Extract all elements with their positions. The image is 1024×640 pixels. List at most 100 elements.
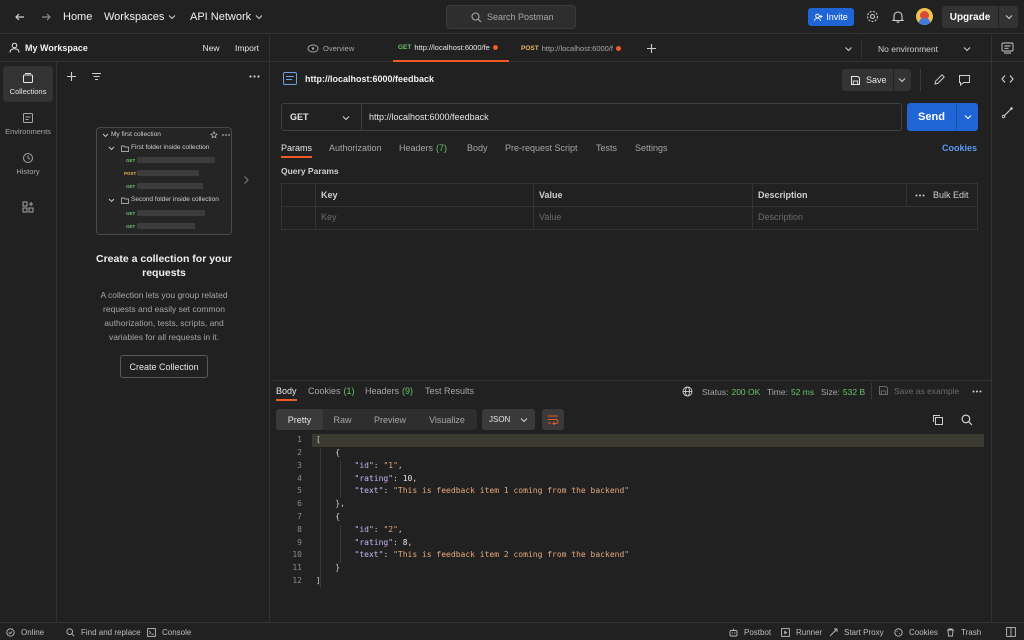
description-input[interactable]: Description <box>758 212 803 222</box>
invite-button[interactable]: Invite <box>808 8 854 26</box>
tab-list-chevron-icon[interactable] <box>844 45 853 53</box>
import-button[interactable]: Import <box>230 43 264 57</box>
status-console[interactable]: Console <box>147 623 191 640</box>
wrap-lines-button[interactable] <box>542 409 564 430</box>
status-find-replace[interactable]: Find and replace <box>66 623 141 640</box>
tab-tests[interactable]: Tests <box>596 143 617 153</box>
illustration-folder-2: Second folder inside collection <box>131 196 219 203</box>
view-pretty[interactable]: Pretty <box>276 409 323 430</box>
response-tab-test-results[interactable]: Test Results <box>425 386 474 396</box>
new-tab-icon[interactable] <box>646 43 657 54</box>
chevron-down-icon <box>1005 15 1012 20</box>
sidebar-item-collections[interactable]: Collections <box>3 66 53 102</box>
status-start-proxy[interactable]: Start Proxy <box>829 623 884 640</box>
environment-select[interactable]: No environment <box>878 35 983 62</box>
response-tab-cookies-label: Cookies <box>308 386 341 396</box>
sidebar-item-history[interactable]: History <box>3 146 53 182</box>
tab-url: http://localhost:6000/fe <box>414 43 490 52</box>
more-options-icon[interactable] <box>972 390 982 393</box>
sidebar-item-environments[interactable]: Environments <box>3 106 53 142</box>
layout-toggle-icon[interactable] <box>1006 627 1016 637</box>
view-raw[interactable]: Raw <box>325 409 360 430</box>
status-online[interactable]: Online <box>6 623 44 640</box>
nav-api-network[interactable]: API Network <box>190 11 263 23</box>
size-value: 532 B <box>842 387 866 397</box>
comments-icon[interactable] <box>958 74 971 86</box>
view-preview[interactable]: Preview <box>364 409 416 430</box>
workspace-title[interactable]: My Workspace <box>9 42 88 53</box>
environment-label: No environment <box>878 43 939 54</box>
format-select[interactable]: JSON <box>482 409 535 430</box>
view-visualize[interactable]: Visualize <box>420 409 474 430</box>
upgrade-menu-button[interactable] <box>998 6 1018 28</box>
status-cookies[interactable]: Cookies <box>894 623 938 640</box>
environment-quick-look[interactable] <box>991 35 1024 62</box>
item-1-text: "This is feedback item 1 coming from the… <box>393 486 630 495</box>
response-tab-headers-count: (9) <box>402 386 414 396</box>
status-value: 200 OK <box>731 387 761 397</box>
cookies-link[interactable]: Cookies <box>942 143 977 153</box>
more-options-icon[interactable] <box>915 194 925 197</box>
edit-pencil-icon[interactable] <box>933 73 946 86</box>
status-runner[interactable]: Runner <box>781 623 822 640</box>
tab-headers[interactable]: Headers (7) <box>399 143 447 153</box>
tab-get-feedback[interactable]: GET http://localhost:6000/fe <box>393 35 509 62</box>
copy-icon[interactable] <box>932 414 944 426</box>
avatar[interactable] <box>916 8 933 25</box>
globe-icon[interactable] <box>682 386 693 397</box>
chevron-down-icon <box>963 46 971 51</box>
status-trash[interactable]: Trash <box>946 623 981 640</box>
save-as-example-button[interactable]: Save as example <box>878 385 959 396</box>
save-button[interactable]: Save <box>842 69 911 91</box>
code-icon[interactable] <box>1001 74 1014 84</box>
environment-quicklook-icon <box>1001 42 1014 54</box>
collections-icon <box>23 73 33 83</box>
illustration-method-get: GET <box>126 158 136 163</box>
value-input[interactable]: Value <box>539 212 561 222</box>
sidebar-item-label: Collections <box>9 87 47 96</box>
forward-arrow-icon[interactable] <box>40 11 52 23</box>
method-select[interactable]: GET <box>282 104 362 130</box>
back-arrow-icon[interactable] <box>14 11 26 23</box>
send-button[interactable]: Send <box>907 103 956 131</box>
upgrade-button[interactable]: Upgrade <box>942 6 998 28</box>
more-options-icon[interactable] <box>249 75 260 78</box>
chevron-down-icon[interactable] <box>898 76 906 84</box>
response-tab-headers[interactable]: Headers (9) <box>365 386 413 396</box>
tab-overview[interactable]: Overview <box>307 35 385 62</box>
response-divider[interactable] <box>271 380 991 381</box>
nav-workspaces[interactable]: Workspaces <box>104 11 176 23</box>
response-body-code[interactable]: 1[ 2 { 3 "id": "1", 4 "rating": 10, 5 "t… <box>276 434 984 594</box>
add-apps-icon[interactable] <box>22 201 34 213</box>
tab-settings[interactable]: Settings <box>635 143 668 153</box>
illustration-collection-name: My first collection <box>111 131 161 138</box>
send-options-button[interactable] <box>956 103 978 131</box>
search-icon[interactable] <box>961 414 973 426</box>
tab-post-feedback[interactable]: POST http://localhost:6000/f <box>517 35 633 62</box>
request-title-text: http://localhost:6000/feedback <box>305 73 435 84</box>
tab-authorization[interactable]: Authorization <box>329 143 382 153</box>
related-collections-icon[interactable] <box>1001 106 1014 119</box>
check-circle-icon <box>6 627 15 637</box>
key-input[interactable]: Key <box>321 212 337 222</box>
tab-body[interactable]: Body <box>467 143 488 153</box>
settings-gear-icon[interactable] <box>866 10 879 23</box>
add-user-icon <box>814 13 823 21</box>
tab-prerequest-script[interactable]: Pre-request Script <box>505 143 578 153</box>
bulk-edit-button[interactable]: Bulk Edit <box>933 190 969 200</box>
status-postbot[interactable]: Postbot <box>729 623 771 640</box>
tab-params[interactable]: Params <box>281 143 313 158</box>
filter-icon[interactable] <box>91 71 102 82</box>
response-tab-body[interactable]: Body <box>276 386 297 401</box>
response-tab-cookies[interactable]: Cookies (1) <box>308 386 355 396</box>
status-cookies-label: Cookies <box>909 627 938 637</box>
create-collection-button[interactable]: Create Collection <box>120 355 208 378</box>
url-input[interactable]: http://localhost:6000/feedback <box>369 112 489 122</box>
chevron-down-icon <box>108 146 115 151</box>
search-input[interactable]: Search Postman <box>446 5 576 29</box>
chevron-right-icon[interactable] <box>243 175 250 185</box>
add-collection-icon[interactable] <box>66 71 77 82</box>
nav-home[interactable]: Home <box>63 11 92 23</box>
new-button[interactable]: New <box>196 43 226 57</box>
notification-bell-icon[interactable] <box>892 10 904 23</box>
